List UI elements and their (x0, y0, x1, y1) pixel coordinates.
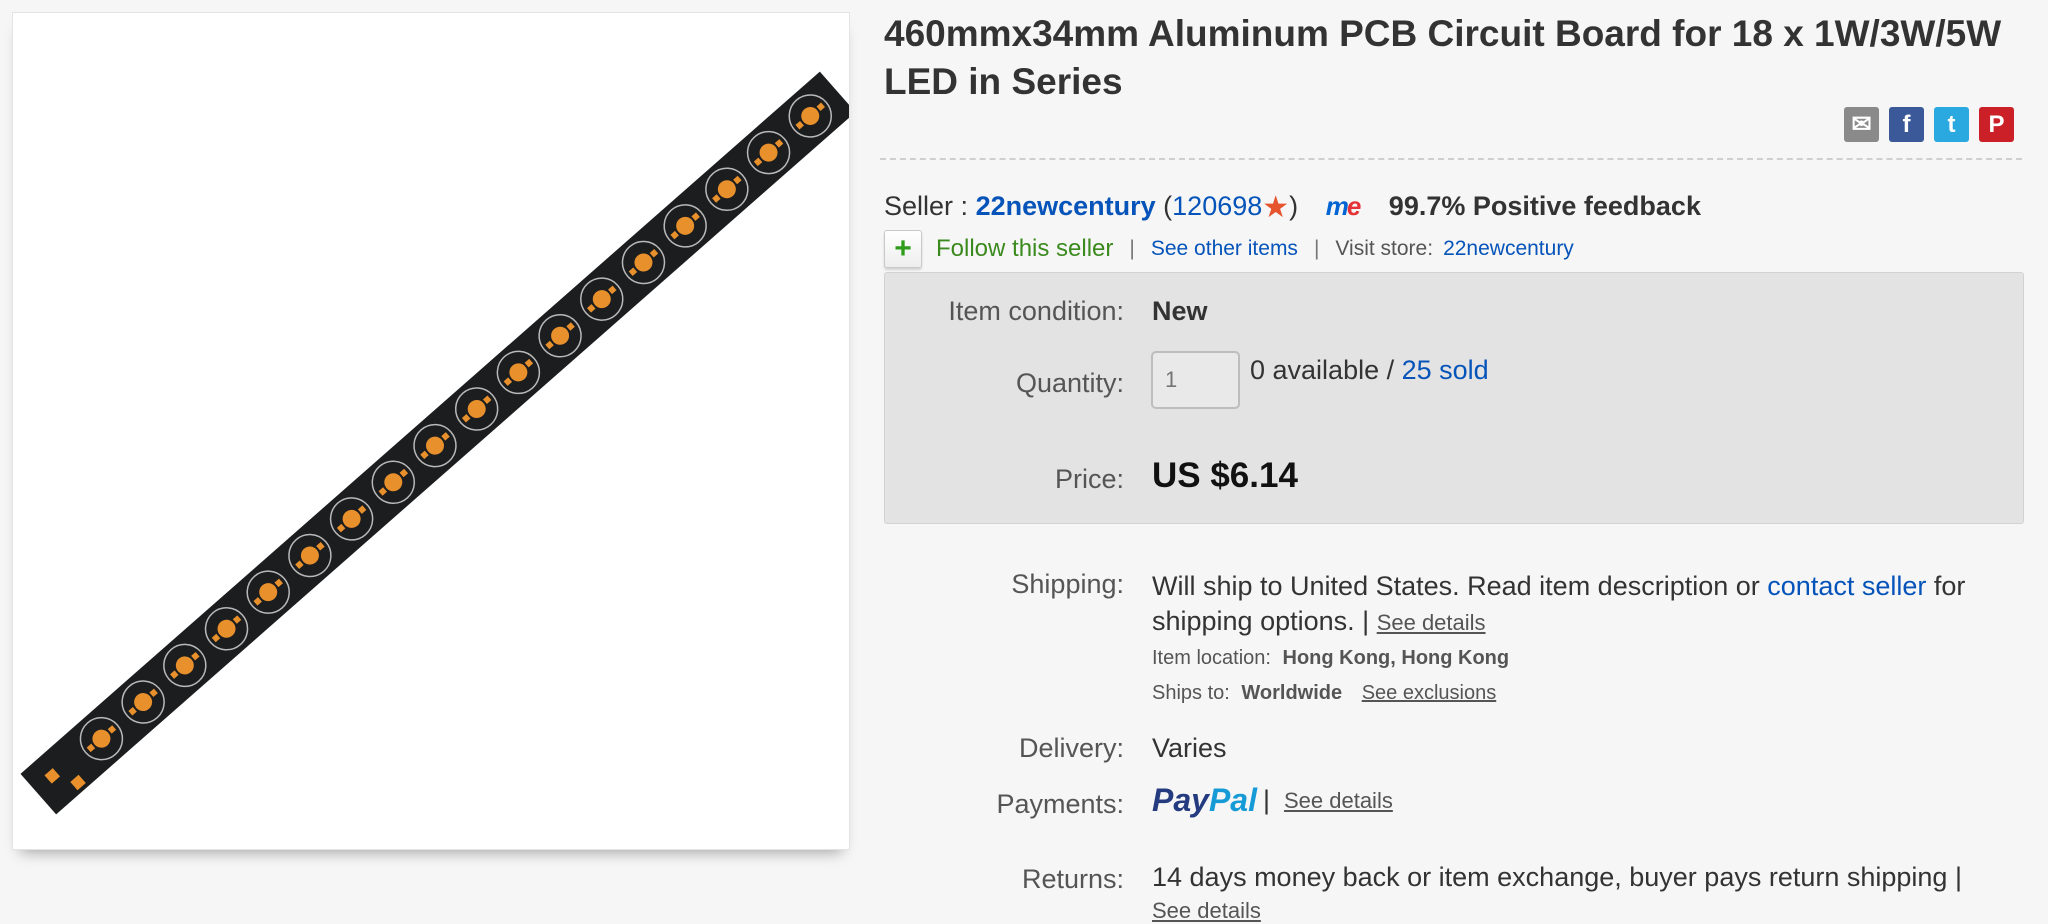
price-label: Price: (1054, 464, 1124, 494)
shipping-text: Will ship to United States. Read item de… (1152, 571, 1966, 636)
email-icon[interactable]: ✉ (1844, 107, 1879, 142)
shipping-see-details-link[interactable]: See details (1377, 610, 1486, 635)
availability: 0 available / 25 sold (1250, 355, 1489, 386)
share-bar: ✉ f t P (1844, 107, 2014, 142)
shipping-label: Shipping: (1011, 569, 1124, 599)
feedback-score-link[interactable]: 120698 (1172, 191, 1262, 221)
payments-value: PayPal | See details (1152, 782, 1393, 818)
delivery-value: Varies (1152, 733, 1227, 763)
returns-see-details-link[interactable]: See details (1152, 898, 1261, 924)
returns-value: 14 days money back or item exchange, buy… (1152, 862, 1962, 892)
pinterest-icon[interactable]: P (1979, 107, 2014, 142)
quantity-input[interactable] (1151, 351, 1240, 409)
paypal-logo-icon: PayPal (1152, 782, 1257, 818)
visit-store-label: Visit store: (1335, 237, 1434, 260)
plus-icon[interactable]: + (884, 230, 922, 268)
seller-info: Seller : 22newcentury (120698★) me 99.7%… (884, 191, 1701, 224)
star-icon: ★ (1262, 191, 1290, 224)
item-location: Item location: Hong Kong, Hong Kong (1152, 647, 1510, 669)
twitter-icon[interactable]: t (1934, 107, 1969, 142)
follow-seller-link[interactable]: Follow this seller (936, 235, 1113, 263)
quantity-label: Quantity: (1015, 368, 1124, 398)
positive-feedback: 99.7% Positive feedback (1388, 191, 1701, 221)
divider (880, 158, 2022, 160)
delivery-label: Delivery: (1018, 733, 1124, 763)
condition-label: Item condition: (948, 296, 1124, 326)
contact-seller-link[interactable]: contact seller (1767, 571, 1926, 601)
condition-value: New (1152, 296, 1208, 326)
returns-label: Returns: (1021, 864, 1124, 894)
payments-label: Payments: (996, 789, 1124, 819)
ships-to: Ships to: Worldwide See exclusions (1152, 682, 1497, 704)
facebook-icon[interactable]: f (1889, 107, 1924, 142)
available-text: 0 available / (1250, 355, 1395, 385)
seller-actions: + Follow this seller | See other items |… (884, 230, 1574, 268)
seller-name-link[interactable]: 22newcentury (976, 191, 1156, 221)
store-link[interactable]: 22newcentury (1443, 237, 1574, 261)
price-value: US $6.14 (1152, 456, 1298, 495)
payments-see-details-link[interactable]: See details (1284, 788, 1393, 814)
see-exclusions-link[interactable]: See exclusions (1362, 682, 1497, 704)
product-image-panel[interactable] (12, 12, 850, 850)
sold-link[interactable]: 25 sold (1402, 355, 1489, 385)
item-title: 460mmx34mm Aluminum PCB Circuit Board fo… (884, 13, 2002, 102)
pcb-board-image (20, 71, 849, 815)
seller-label: Seller : (884, 191, 969, 221)
see-other-items-link[interactable]: See other items (1151, 237, 1298, 261)
me-badge-icon: me (1325, 191, 1362, 221)
